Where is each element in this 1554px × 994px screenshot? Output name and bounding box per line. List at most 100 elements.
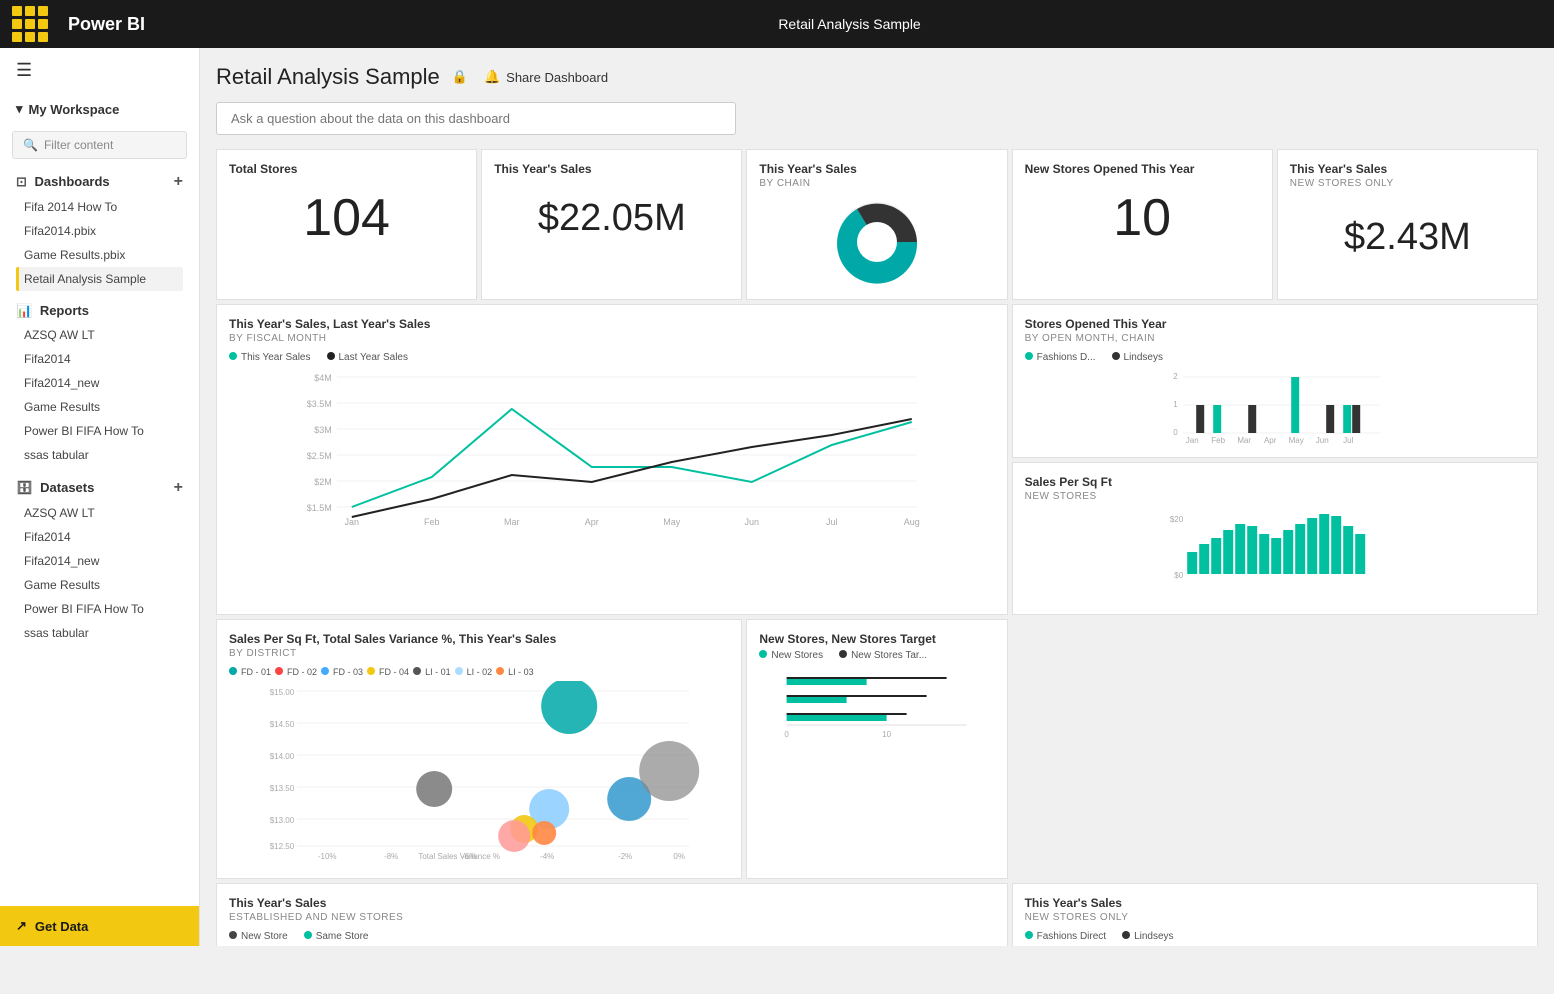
tile-sales-sqft-title: Sales Per Sq Ft	[1025, 475, 1525, 489]
svg-text:$12.50: $12.50	[270, 842, 295, 851]
sidebar-item-ssastabular[interactable]: ssas tabular	[16, 443, 183, 467]
legend-fd01: FD - 01	[229, 667, 271, 677]
legend-li03: LI - 03	[496, 667, 534, 677]
chevron-down-icon: ▾	[16, 101, 23, 117]
svg-text:10: 10	[883, 730, 892, 739]
legend-lindseys: Lindseys	[1112, 352, 1163, 363]
tile-sales-new-map[interactable]: This Year's Sales NEW STORES ONLY Fashio…	[1012, 883, 1538, 946]
svg-text:-10%: -10%	[318, 852, 337, 861]
lock-icon: 🔒	[452, 69, 468, 85]
tile-this-year-sales[interactable]: This Year's Sales $22.05M	[481, 149, 742, 300]
tile-new-stores[interactable]: New Stores Opened This Year 10	[1012, 149, 1273, 300]
tile-new-stores-target[interactable]: New Stores, New Stores Target New Stores…	[746, 619, 1007, 879]
sidebar-item-fifa2014howto[interactable]: Fifa 2014 How To	[16, 195, 183, 219]
sidebar-item-retailanalysis[interactable]: Retail Analysis Sample	[16, 267, 183, 291]
add-dataset-icon[interactable]: +	[174, 479, 183, 497]
legend-same-store: Same Store	[304, 931, 369, 942]
legend-li01: LI - 01	[413, 667, 451, 677]
svg-text:$14.00: $14.00	[270, 752, 295, 761]
legend-lindseys-map: Lindseys	[1122, 931, 1173, 942]
sidebar-item-fifa2014new[interactable]: Fifa2014_new	[16, 371, 183, 395]
svg-text:$20: $20	[1169, 515, 1183, 524]
svg-text:0%: 0%	[673, 852, 685, 861]
app-grid-icon[interactable]	[12, 6, 48, 42]
sidebar-dataset-gameresults[interactable]: Game Results	[16, 573, 183, 597]
tile-sales-new-stores-title: This Year's Sales	[1290, 162, 1525, 176]
legend-fd04: FD - 04	[367, 667, 409, 677]
svg-text:$3M: $3M	[314, 425, 332, 435]
svg-text:$0: $0	[1174, 571, 1183, 580]
share-dashboard-button[interactable]: 🔔 Share Dashboard	[484, 69, 608, 85]
report-icon: 📊	[16, 303, 32, 319]
tile-established-subtitle: ESTABLISHED AND NEW STORES	[229, 912, 995, 923]
nst-chart-svg: 0 10	[759, 665, 994, 745]
tile-sales-by-chain-subtitle: BY CHAIN	[759, 178, 994, 189]
share-icon: 🔔	[484, 69, 500, 85]
tile-sales-by-month[interactable]: This Year's Sales, Last Year's Sales BY …	[216, 304, 1008, 615]
reports-header[interactable]: 📊 Reports	[16, 303, 183, 319]
sidebar-item-powerbififa[interactable]: Power BI FIFA How To	[16, 419, 183, 443]
tile-established-title: This Year's Sales	[229, 896, 995, 910]
dataset-icon: 🗄	[16, 480, 33, 496]
tile-nst-title: New Stores, New Stores Target	[759, 632, 994, 646]
legend-fd03: FD - 03	[321, 667, 363, 677]
tile-stores-opened[interactable]: Stores Opened This Year BY OPEN MONTH, C…	[1012, 304, 1538, 458]
sidebar-item-azsqawlt[interactable]: AZSQ AW LT	[16, 323, 183, 347]
svg-text:Feb: Feb	[1211, 436, 1225, 445]
tile-sales-new-stores[interactable]: This Year's Sales NEW STORES ONLY $2.43M	[1277, 149, 1538, 300]
tile-sales-by-chain[interactable]: This Year's Sales BY CHAIN	[746, 149, 1007, 300]
dashboard-header-icons: 🔒 🔔 Share Dashboard	[452, 69, 608, 85]
sidebar-item-gameresults[interactable]: Game Results.pbix	[16, 243, 183, 267]
legend-this-year: This Year Sales	[229, 352, 311, 363]
datasets-header[interactable]: 🗄 Datasets +	[16, 479, 183, 497]
svg-text:$13.00: $13.00	[270, 816, 295, 825]
sidebar-item-gameresults-report[interactable]: Game Results	[16, 395, 183, 419]
reports-label: 📊 Reports	[16, 303, 89, 319]
tile-sales-sqft-new[interactable]: Sales Per Sq Ft NEW STORES $20 $0	[1012, 462, 1538, 616]
dashboards-header[interactable]: ⊡ Dashboards +	[16, 173, 183, 191]
qa-input[interactable]	[216, 102, 736, 135]
tile-new-stores-title: New Stores Opened This Year	[1025, 162, 1260, 176]
sidebar-dataset-powerbififa[interactable]: Power BI FIFA How To	[16, 597, 183, 621]
legend-new-store: New Store	[229, 931, 288, 942]
tile-sales-sqft-subtitle: NEW STORES	[1025, 491, 1525, 502]
svg-text:Jul: Jul	[826, 517, 838, 527]
bubble-chart-svg: $15.00 $14.50 $14.00 $13.50 $13.00 $12.5…	[229, 681, 729, 861]
tile-total-stores-title: Total Stores	[229, 162, 464, 176]
svg-text:Jan: Jan	[345, 517, 360, 527]
svg-text:Apr: Apr	[1264, 436, 1277, 445]
get-data-button[interactable]: ↗ Get Data	[0, 906, 199, 946]
svg-text:$4M: $4M	[314, 373, 332, 383]
line-chart-svg: $4M $3.5M $3M $2.5M $2M $1.5M	[229, 367, 995, 527]
tile-sales-sqft-district[interactable]: Sales Per Sq Ft, Total Sales Variance %,…	[216, 619, 742, 879]
tile-sales-new-stores-subtitle: NEW STORES ONLY	[1290, 178, 1525, 189]
add-dashboard-icon[interactable]: +	[174, 173, 183, 191]
sidebar-workspace[interactable]: ▾ My Workspace	[0, 93, 199, 125]
sidebar-dataset-ssas[interactable]: ssas tabular	[16, 621, 183, 645]
sidebar-dataset-fifa2014new[interactable]: Fifa2014_new	[16, 549, 183, 573]
sidebar-dataset-fifa2014[interactable]: Fifa2014	[16, 525, 183, 549]
tile-sales-month-subtitle: BY FISCAL MONTH	[229, 333, 995, 344]
tile-total-stores[interactable]: Total Stores 104	[216, 149, 477, 300]
svg-text:May: May	[1288, 436, 1303, 445]
tile-new-stores-value: 10	[1025, 178, 1260, 258]
pie-chart-svg	[832, 197, 922, 287]
svg-text:Feb: Feb	[424, 517, 440, 527]
page-title-topnav: Retail Analysis Sample	[157, 16, 1542, 32]
svg-text:$3.5M: $3.5M	[307, 399, 332, 409]
workspace-label: My Workspace	[29, 102, 120, 117]
sqft-bars-svg: $20 $0	[1025, 510, 1525, 590]
tile-sales-established-map[interactable]: This Year's Sales ESTABLISHED AND NEW ST…	[216, 883, 1008, 946]
sidebar-dataset-azsq[interactable]: AZSQ AW LT	[16, 501, 183, 525]
main-content: Retail Analysis Sample 🔒 🔔 Share Dashboa…	[200, 48, 1554, 946]
tile-new-map-title: This Year's Sales	[1025, 896, 1525, 910]
search-icon: 🔍	[23, 138, 38, 152]
tile-sales-by-chain-title: This Year's Sales	[759, 162, 994, 176]
legend-new-stores-target: New Stores Tar...	[839, 650, 927, 661]
hamburger-icon[interactable]: ☰	[0, 48, 199, 93]
pie-chart-by-chain	[759, 197, 994, 287]
reports-section: 📊 Reports AZSQ AW LT Fifa2014 Fifa2014_n…	[0, 295, 199, 471]
datasets-label: 🗄 Datasets	[16, 480, 94, 496]
sidebar-item-fifa2014[interactable]: Fifa2014	[16, 347, 183, 371]
sidebar-item-fifa2014pbix[interactable]: Fifa2014.pbix	[16, 219, 183, 243]
